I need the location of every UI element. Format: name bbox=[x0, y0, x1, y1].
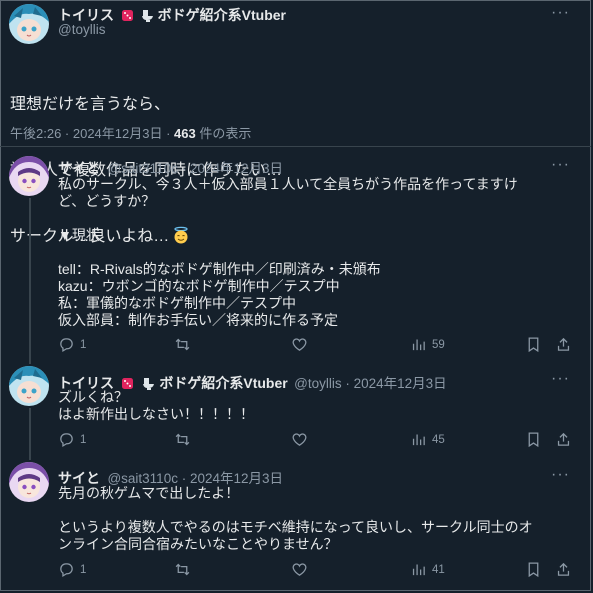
reply-text: 私のサークル、今３人＋仮入部員１人いて全員ちがう作品を作ってますけ ど、どうすか… bbox=[58, 176, 518, 328]
share-button[interactable] bbox=[555, 431, 572, 448]
avatar[interactable] bbox=[9, 366, 49, 406]
like-button[interactable] bbox=[291, 336, 313, 353]
views-button[interactable]: 45 bbox=[410, 431, 445, 448]
views-button[interactable]: 59 bbox=[410, 336, 445, 353]
more-icon[interactable]: ··· bbox=[551, 156, 570, 174]
reply-count: 1 bbox=[80, 563, 87, 576]
thread-line bbox=[29, 408, 31, 460]
reply-button[interactable]: 1 bbox=[58, 336, 86, 353]
retweet-icon bbox=[175, 433, 190, 446]
bookmark-button[interactable] bbox=[525, 336, 542, 353]
analytics-icon bbox=[412, 434, 425, 446]
reply-button[interactable]: 1 bbox=[58, 431, 86, 448]
views-button[interactable]: 41 bbox=[410, 561, 445, 578]
reply-icon bbox=[60, 433, 73, 448]
views-count: 463 bbox=[174, 126, 196, 141]
bookmark-button[interactable] bbox=[525, 431, 542, 448]
view-count: 41 bbox=[432, 563, 445, 576]
analytics-icon bbox=[412, 564, 425, 576]
reply-button[interactable]: 1 bbox=[58, 561, 86, 578]
bookmark-icon bbox=[528, 432, 539, 448]
share-icon bbox=[557, 337, 570, 351]
avatar[interactable] bbox=[9, 156, 49, 196]
views-label: 件の表示 bbox=[195, 126, 252, 141]
more-icon[interactable]: ··· bbox=[551, 370, 570, 388]
heart-icon bbox=[292, 338, 307, 351]
bookmark-icon bbox=[528, 337, 539, 353]
reply-meta[interactable]: @sait3110c · 2024年12月3日 bbox=[107, 161, 283, 176]
action-bar: 1 59 bbox=[58, 336, 573, 356]
heart-icon bbox=[292, 563, 307, 576]
handle[interactable]: @toyllis bbox=[58, 22, 105, 37]
retweet-button[interactable] bbox=[174, 561, 196, 578]
bookmark-icon bbox=[528, 562, 539, 578]
reply-text: 先月の秋ゲムマで出したよ！ というより複数人でやるのはモチベ維持になって良いし、… bbox=[58, 485, 533, 552]
avatar[interactable] bbox=[9, 462, 49, 502]
more-icon[interactable]: ··· bbox=[551, 466, 570, 484]
view-count: 45 bbox=[432, 433, 445, 446]
view-count: 59 bbox=[432, 338, 445, 351]
dice-icon bbox=[121, 9, 134, 25]
like-button[interactable] bbox=[291, 561, 313, 578]
thread-line bbox=[29, 198, 31, 364]
avatar[interactable] bbox=[9, 4, 49, 44]
tweet-timestamp: 午後2:26 · 2024年12月3日 · 463 件の表示 bbox=[10, 123, 251, 142]
action-bar: 1 41 bbox=[58, 561, 573, 581]
share-button[interactable] bbox=[555, 561, 572, 578]
reply-icon bbox=[60, 563, 73, 578]
analytics-icon bbox=[412, 339, 425, 351]
share-button[interactable] bbox=[555, 336, 572, 353]
retweet-icon bbox=[175, 563, 190, 576]
share-icon bbox=[557, 432, 570, 446]
tweet-text-line: 理想だけを言うなら、 bbox=[10, 96, 171, 113]
reply-count: 1 bbox=[80, 338, 87, 351]
bookmark-button[interactable] bbox=[525, 561, 542, 578]
reply-icon bbox=[60, 338, 73, 353]
more-icon[interactable]: ··· bbox=[551, 4, 570, 22]
reply-count: 1 bbox=[80, 433, 87, 446]
toilet-icon bbox=[141, 9, 154, 25]
like-button[interactable] bbox=[291, 431, 313, 448]
display-name[interactable]: トイリス bbox=[58, 7, 114, 23]
retweet-button[interactable] bbox=[174, 431, 196, 448]
display-name[interactable]: サイと bbox=[58, 160, 100, 176]
tweet-time[interactable]: 午後2:26 · 2024年12月3日 · bbox=[10, 126, 174, 141]
reply-meta[interactable]: @sait3110c · 2024年12月3日 bbox=[107, 471, 283, 486]
retweet-icon bbox=[175, 338, 190, 351]
action-bar: 1 45 bbox=[58, 431, 573, 451]
retweet-button[interactable] bbox=[174, 336, 196, 353]
display-name[interactable]: サイと bbox=[58, 470, 100, 486]
reply-text: ズルくね？ はよ新作出しなさい！！！！！ bbox=[58, 389, 254, 422]
display-name-suffix: ボドゲ紹介系Vtuber bbox=[157, 7, 287, 23]
share-icon bbox=[557, 562, 570, 576]
heart-icon bbox=[292, 433, 307, 446]
divider bbox=[0, 146, 591, 147]
